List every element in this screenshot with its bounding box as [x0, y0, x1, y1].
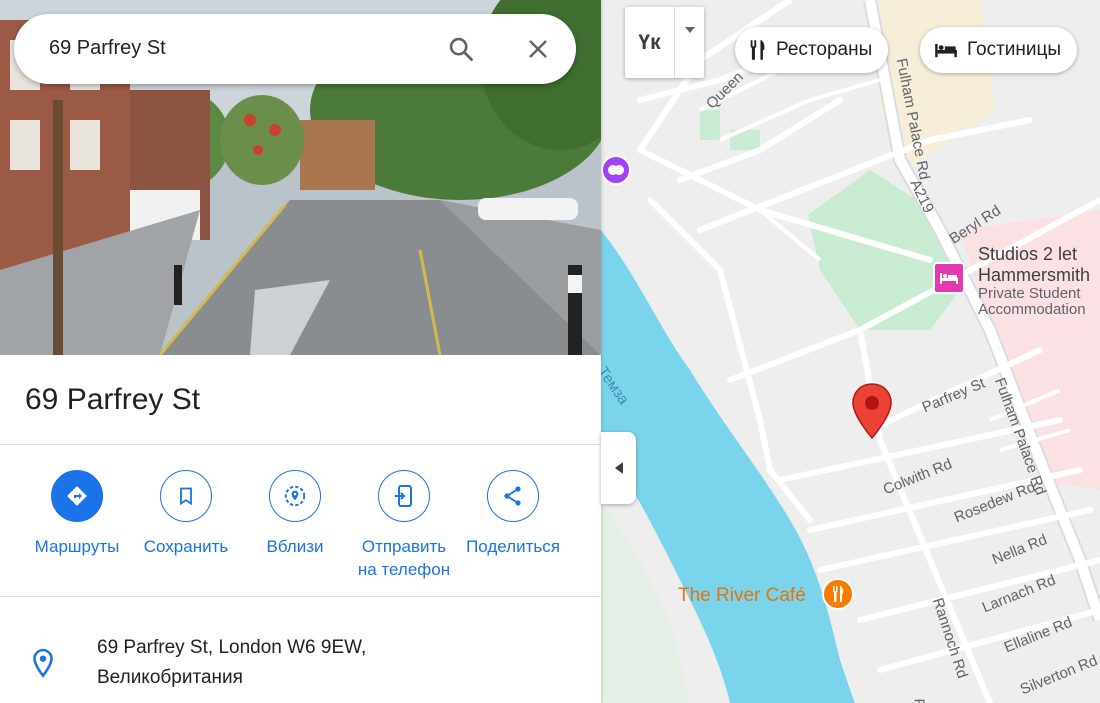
send-to-phone-button[interactable]: Отправить на телефон	[349, 470, 459, 581]
hotels-chip-label: Гостиницы	[967, 39, 1062, 60]
send-label: Отправить на телефон	[349, 535, 459, 581]
restaurant-icon	[750, 40, 765, 60]
place-panel: 69 Parfrey St 69 Parfrey St Маршруты Сох…	[0, 0, 601, 703]
send-to-phone-icon	[395, 485, 412, 507]
clear-search-button[interactable]	[519, 30, 557, 68]
hotel-poi-name-1: Studios 2 let	[978, 244, 1078, 264]
directions-button[interactable]: Маршруты	[22, 470, 132, 558]
fork-knife-icon	[833, 586, 844, 602]
hotel-poi-sub-2: Accommodation	[978, 301, 1086, 318]
share-icon	[504, 486, 521, 506]
restaurant-poi-marker[interactable]	[822, 578, 854, 610]
map-pin-icon	[852, 383, 892, 440]
send-label-line2: на телефон	[357, 560, 451, 579]
directions-circle	[51, 470, 103, 522]
divider	[0, 596, 601, 597]
selected-location-pin[interactable]	[852, 383, 892, 444]
hotel-poi-subtitle: Private Student Accommodation	[978, 286, 1086, 318]
bed-icon	[940, 273, 958, 284]
nearby-circle	[269, 470, 321, 522]
search-box[interactable]: 69 Parfrey St	[14, 14, 576, 84]
caret-down-icon	[684, 26, 695, 33]
address-line-1[interactable]: 69 Parfrey St, London W6 9EW,	[97, 637, 366, 659]
share-circle	[487, 470, 539, 522]
directions-icon	[67, 486, 87, 506]
close-icon	[529, 40, 547, 58]
address-line-2[interactable]: Великобритания	[97, 667, 243, 689]
chevron-left-icon	[614, 462, 623, 474]
divider	[0, 444, 601, 445]
search-icon	[449, 37, 473, 61]
bookmark-icon	[180, 487, 192, 506]
share-label: Поделиться	[466, 537, 560, 556]
street-label-pe: Pe	[911, 699, 928, 703]
nearby-label: Вблизи	[266, 537, 324, 556]
theatre-poi[interactable]	[601, 155, 631, 185]
directions-label: Маршруты	[34, 537, 120, 556]
save-button[interactable]: Сохранить	[131, 470, 241, 558]
nearby-button[interactable]: Вблизи	[240, 470, 350, 558]
hotel-icon	[935, 44, 957, 58]
theatre-masks-icon	[608, 165, 624, 175]
nearby-icon	[284, 485, 306, 507]
hotel-poi-name-2: Hammersmith	[978, 265, 1091, 285]
share-button[interactable]: Поделиться	[458, 470, 568, 558]
layer-button[interactable]: Үк	[625, 7, 674, 78]
send-label-line1: Отправить	[361, 537, 447, 556]
layer-switcher: Үк	[625, 7, 704, 78]
location-pin-icon	[30, 648, 56, 685]
save-circle	[160, 470, 212, 522]
search-input[interactable]: 69 Parfrey St	[49, 37, 166, 60]
restaurants-chip[interactable]: Рестораны	[735, 27, 889, 73]
search-button[interactable]	[442, 30, 480, 68]
hotel-poi-sub-1: Private Student	[978, 285, 1081, 302]
hotels-chip[interactable]: Гостиницы	[920, 27, 1078, 73]
restaurant-poi-name[interactable]: The River Café	[678, 585, 806, 607]
restaurants-chip-label: Рестораны	[776, 39, 873, 60]
layer-dropdown-button[interactable]	[675, 7, 704, 52]
hotel-poi-name[interactable]: Studios 2 let Hammersmith	[978, 244, 1090, 286]
save-label: Сохранить	[143, 537, 229, 556]
place-title: 69 Parfrey St	[25, 383, 201, 416]
hotel-poi-marker[interactable]	[933, 262, 965, 294]
collapse-panel-button[interactable]	[601, 432, 636, 504]
send-circle	[378, 470, 430, 522]
